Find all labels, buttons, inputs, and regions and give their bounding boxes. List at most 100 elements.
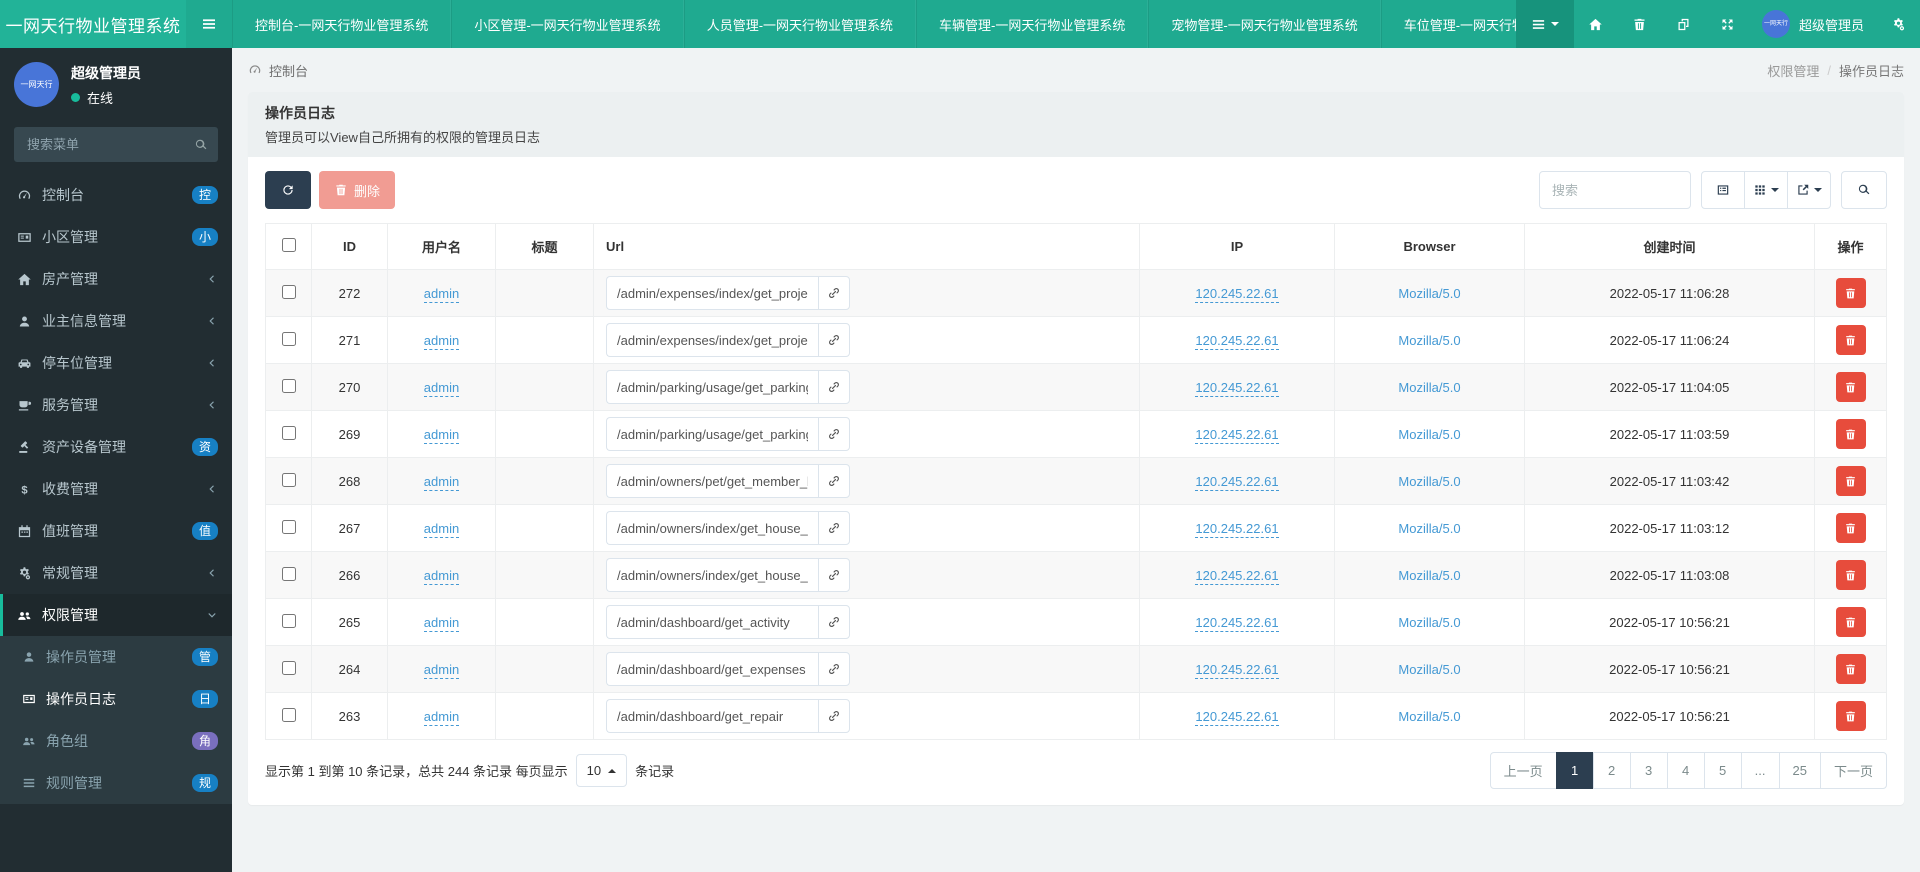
settings-button[interactable] — [1876, 0, 1920, 48]
breadcrumb-left[interactable]: 控制台 — [248, 61, 308, 80]
page-size-dropdown[interactable]: 10 — [575, 754, 628, 787]
sidebar-item[interactable]: 资产设备管理 资 — [0, 426, 232, 468]
row-checkbox[interactable] — [281, 613, 296, 628]
row-checkbox[interactable] — [281, 707, 296, 722]
column-header[interactable]: ID — [311, 223, 388, 270]
browser-link[interactable]: Mozilla/5.0 — [1398, 474, 1460, 489]
delete-row-button[interactable] — [1835, 419, 1866, 449]
column-header[interactable]: Browser — [1334, 223, 1525, 270]
delete-row-button[interactable] — [1835, 372, 1866, 402]
browser-link[interactable]: Mozilla/5.0 — [1398, 333, 1460, 348]
ip-link[interactable]: 120.245.22.61 — [1195, 285, 1279, 303]
delete-row-button[interactable] — [1835, 607, 1866, 637]
username-link[interactable]: admin — [423, 285, 460, 303]
row-checkbox[interactable] — [281, 519, 296, 534]
topbar-tab[interactable]: 宠物管理-一网天行物业管理系统 — [1148, 0, 1381, 48]
sidebar-item[interactable]: 值班管理 值 — [0, 510, 232, 552]
url-input[interactable] — [606, 511, 818, 545]
open-url-button[interactable] — [818, 558, 850, 592]
url-input[interactable] — [606, 370, 818, 404]
ip-link[interactable]: 120.245.22.61 — [1195, 708, 1279, 726]
home-button[interactable] — [1574, 0, 1618, 48]
delete-row-button[interactable] — [1835, 654, 1866, 684]
url-input[interactable] — [606, 464, 818, 498]
ip-link[interactable]: 120.245.22.61 — [1195, 661, 1279, 679]
delete-row-button[interactable] — [1835, 560, 1866, 590]
browser-link[interactable]: Mozilla/5.0 — [1398, 615, 1460, 630]
clear-cache-button[interactable] — [1618, 0, 1662, 48]
column-header[interactable]: 操作 — [1814, 223, 1887, 270]
delete-row-button[interactable] — [1835, 513, 1866, 543]
delete-row-button[interactable] — [1835, 325, 1866, 355]
sidebar-item[interactable]: 操作员管理 管 — [0, 636, 232, 678]
pagination-page[interactable]: 上一页 — [1489, 752, 1557, 789]
browser-link[interactable]: Mozilla/5.0 — [1398, 521, 1460, 536]
username-link[interactable]: admin — [423, 379, 460, 397]
url-input[interactable] — [606, 323, 818, 357]
select-all-checkbox[interactable] — [281, 238, 296, 252]
url-input[interactable] — [606, 276, 818, 310]
column-header[interactable]: IP — [1139, 223, 1335, 270]
pagination-page[interactable]: 4 — [1666, 752, 1705, 789]
username-link[interactable]: admin — [423, 614, 460, 632]
pagination-page[interactable]: 1 — [1555, 752, 1594, 789]
delete-row-button[interactable] — [1835, 701, 1866, 731]
pagination-page[interactable]: 5 — [1703, 752, 1742, 789]
url-input[interactable] — [606, 605, 818, 639]
sidebar-item[interactable]: 小区管理 小 — [0, 216, 232, 258]
sidebar-item[interactable]: 收费管理 — [0, 468, 232, 510]
open-url-button[interactable] — [818, 370, 850, 404]
open-url-button[interactable] — [818, 276, 850, 310]
columns-button[interactable] — [1744, 171, 1788, 209]
open-url-button[interactable] — [818, 652, 850, 686]
advanced-search-button[interactable] — [1841, 171, 1887, 209]
row-checkbox[interactable] — [281, 284, 296, 299]
ip-link[interactable]: 120.245.22.61 — [1195, 520, 1279, 538]
ip-link[interactable]: 120.245.22.61 — [1195, 332, 1279, 350]
breadcrumb-parent[interactable]: 权限管理 — [1767, 61, 1819, 80]
browser-link[interactable]: Mozilla/5.0 — [1398, 286, 1460, 301]
table-search-input[interactable] — [1539, 171, 1691, 209]
browser-link[interactable]: Mozilla/5.0 — [1398, 380, 1460, 395]
username-link[interactable]: admin — [423, 661, 460, 679]
user-menu[interactable]: 一网天行 超级管理员 — [1750, 0, 1876, 48]
sidebar-item[interactable]: 停车位管理 — [0, 342, 232, 384]
ip-link[interactable]: 120.245.22.61 — [1195, 567, 1279, 585]
delete-row-button[interactable] — [1835, 278, 1866, 308]
delete-row-button[interactable] — [1835, 466, 1866, 496]
ip-link[interactable]: 120.245.22.61 — [1195, 614, 1279, 632]
username-link[interactable]: admin — [423, 332, 460, 350]
url-input[interactable] — [606, 558, 818, 592]
sidebar-item[interactable]: 业主信息管理 — [0, 300, 232, 342]
fullscreen-button[interactable] — [1706, 0, 1750, 48]
sidebar-item[interactable]: 角色组 角 — [0, 720, 232, 762]
open-url-button[interactable] — [818, 699, 850, 733]
export-button[interactable] — [1787, 171, 1831, 209]
open-url-button[interactable] — [818, 511, 850, 545]
url-input[interactable] — [606, 417, 818, 451]
menu-search-button[interactable] — [185, 128, 217, 161]
topbar-tab[interactable]: 控制台-一网天行物业管理系统 — [232, 0, 452, 48]
pagination-page[interactable]: 25 — [1778, 752, 1821, 789]
username-link[interactable]: admin — [423, 473, 460, 491]
topbar-tab[interactable]: 人员管理-一网天行物业管理系统 — [683, 0, 917, 48]
column-header[interactable]: 用户名 — [387, 223, 496, 270]
refresh-button[interactable] — [265, 171, 311, 209]
sidebar-item[interactable]: 服务管理 — [0, 384, 232, 426]
username-link[interactable]: admin — [423, 567, 460, 585]
row-checkbox[interactable] — [281, 472, 296, 487]
toggle-view-button[interactable] — [1701, 171, 1745, 209]
row-checkbox[interactable] — [281, 331, 296, 346]
open-url-button[interactable] — [818, 417, 850, 451]
column-header[interactable]: 创建时间 — [1524, 223, 1815, 270]
ip-link[interactable]: 120.245.22.61 — [1195, 426, 1279, 444]
username-link[interactable]: admin — [423, 426, 460, 444]
url-input[interactable] — [606, 699, 818, 733]
app-logo[interactable]: 一网天行物业管理系统 — [0, 0, 186, 48]
browser-link[interactable]: Mozilla/5.0 — [1398, 709, 1460, 724]
sidebar-item[interactable]: 规则管理 规 — [0, 762, 232, 804]
row-checkbox[interactable] — [281, 378, 296, 393]
username-link[interactable]: admin — [423, 520, 460, 538]
sidebar-item[interactable]: 房产管理 — [0, 258, 232, 300]
ip-link[interactable]: 120.245.22.61 — [1195, 473, 1279, 491]
